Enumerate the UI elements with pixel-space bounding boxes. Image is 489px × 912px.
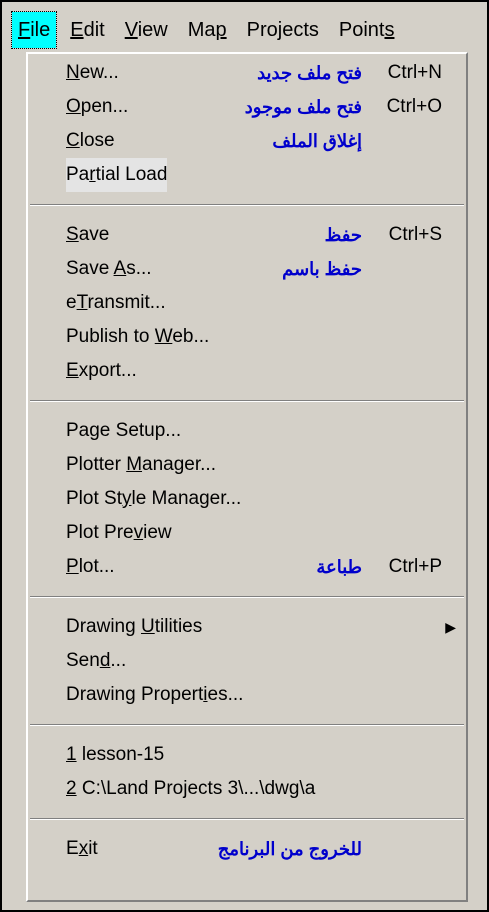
menu-item-page-setup[interactable]: Page Setup... — [66, 414, 458, 448]
menu-item-label: Save As... — [66, 258, 152, 279]
menu-item-plot-style-manager[interactable]: Plot Style Manager... — [66, 482, 458, 516]
menu-item-label: eTransmit... — [66, 292, 166, 313]
shortcut-label: Ctrl+S — [388, 224, 442, 245]
arabic-annotation: حفظ باسم — [282, 259, 362, 279]
menu-item-exit[interactable]: Exit للخروج من البرنامج — [66, 832, 458, 866]
menu-item-drawing-utilities[interactable]: Drawing Utilities ▶ — [66, 610, 458, 644]
menu-item-publish-to-web[interactable]: Publish to Web... — [66, 320, 458, 354]
menu-separator — [30, 596, 464, 598]
arabic-annotation: حفظ — [324, 225, 362, 245]
menu-points[interactable]: Points — [333, 12, 401, 48]
menu-separator — [30, 400, 464, 402]
menu-item-label: Partial Load — [66, 158, 168, 192]
menu-map[interactable]: Map — [182, 12, 233, 48]
menu-separator — [30, 724, 464, 726]
menu-view[interactable]: View — [119, 12, 174, 48]
screenshot-frame: File Edit View Map Projects Points New..… — [0, 0, 489, 912]
menu-item-label: 2 C:\Land Projects 3\...\dwg\a — [66, 778, 316, 799]
menu-item-label: Plot Preview — [66, 522, 172, 543]
menu-item-send[interactable]: Send... — [66, 644, 458, 678]
menu-item-new[interactable]: New... فتح ملف جديد Ctrl+N — [66, 56, 458, 90]
menu-edit[interactable]: Edit — [64, 12, 110, 48]
menu-item-label: Exit — [66, 838, 98, 859]
menu-item-label: Send... — [66, 650, 127, 671]
menu-item-label: 1 lesson-15 — [66, 744, 165, 765]
menu-item-save-as[interactable]: Save As... حفظ باسم — [66, 252, 458, 286]
menu-item-label: Plot Style Manager... — [66, 488, 242, 509]
menu-item-etransmit[interactable]: eTransmit... — [66, 286, 458, 320]
arabic-annotation: للخروج من البرنامج — [217, 839, 362, 859]
file-menu-dropdown: New... فتح ملف جديد Ctrl+N Open... فتح م… — [26, 52, 468, 902]
menu-separator — [30, 818, 464, 820]
menu-item-plot[interactable]: Plot... طباعة Ctrl+P — [66, 550, 458, 584]
menu-item-label: Close — [66, 130, 115, 151]
menu-projects[interactable]: Projects — [241, 12, 325, 48]
menu-bar: File Edit View Map Projects Points — [10, 10, 481, 50]
arabic-annotation: إغلاق الملف — [272, 131, 362, 151]
arabic-annotation: فتح ملف جديد — [257, 63, 362, 83]
shortcut-label: Ctrl+O — [386, 96, 442, 117]
menu-item-label: Open... — [66, 96, 129, 117]
menu-item-partial-load[interactable]: Partial Load — [66, 158, 458, 192]
menu-item-label: Save — [66, 224, 110, 245]
menu-item-label: New... — [66, 62, 119, 83]
menu-item-label: Publish to Web... — [66, 326, 210, 347]
menu-item-label: Export... — [66, 360, 137, 381]
menu-file[interactable]: File — [10, 11, 58, 49]
shortcut-label: Ctrl+P — [388, 556, 442, 577]
menu-item-plot-preview[interactable]: Plot Preview — [66, 516, 458, 550]
menu-item-plotter-manager[interactable]: Plotter Manager... — [66, 448, 458, 482]
menu-item-label: Drawing Utilities — [66, 616, 203, 637]
menu-item-label: Plotter Manager... — [66, 454, 216, 475]
menu-item-open[interactable]: Open... فتح ملف موجود Ctrl+O — [66, 90, 458, 124]
menu-item-export[interactable]: Export... — [66, 354, 458, 388]
arabic-annotation: فتح ملف موجود — [244, 97, 362, 117]
submenu-arrow-icon: ▶ — [445, 619, 456, 635]
menu-item-save[interactable]: Save حفظ Ctrl+S — [66, 218, 458, 252]
menu-item-drawing-properties[interactable]: Drawing Properties... — [66, 678, 458, 712]
menu-item-close[interactable]: Close إغلاق الملف — [66, 124, 458, 158]
menu-separator — [30, 204, 464, 206]
menu-item-label: Plot... — [66, 556, 115, 577]
menu-item-label: Page Setup... — [66, 420, 182, 441]
arabic-annotation: طباعة — [316, 557, 362, 577]
shortcut-label: Ctrl+N — [387, 62, 442, 83]
menu-item-label: Drawing Properties... — [66, 684, 244, 705]
menu-item-recent-2[interactable]: 2 C:\Land Projects 3\...\dwg\a — [66, 772, 458, 806]
menu-item-recent-1[interactable]: 1 lesson-15 — [66, 738, 458, 772]
